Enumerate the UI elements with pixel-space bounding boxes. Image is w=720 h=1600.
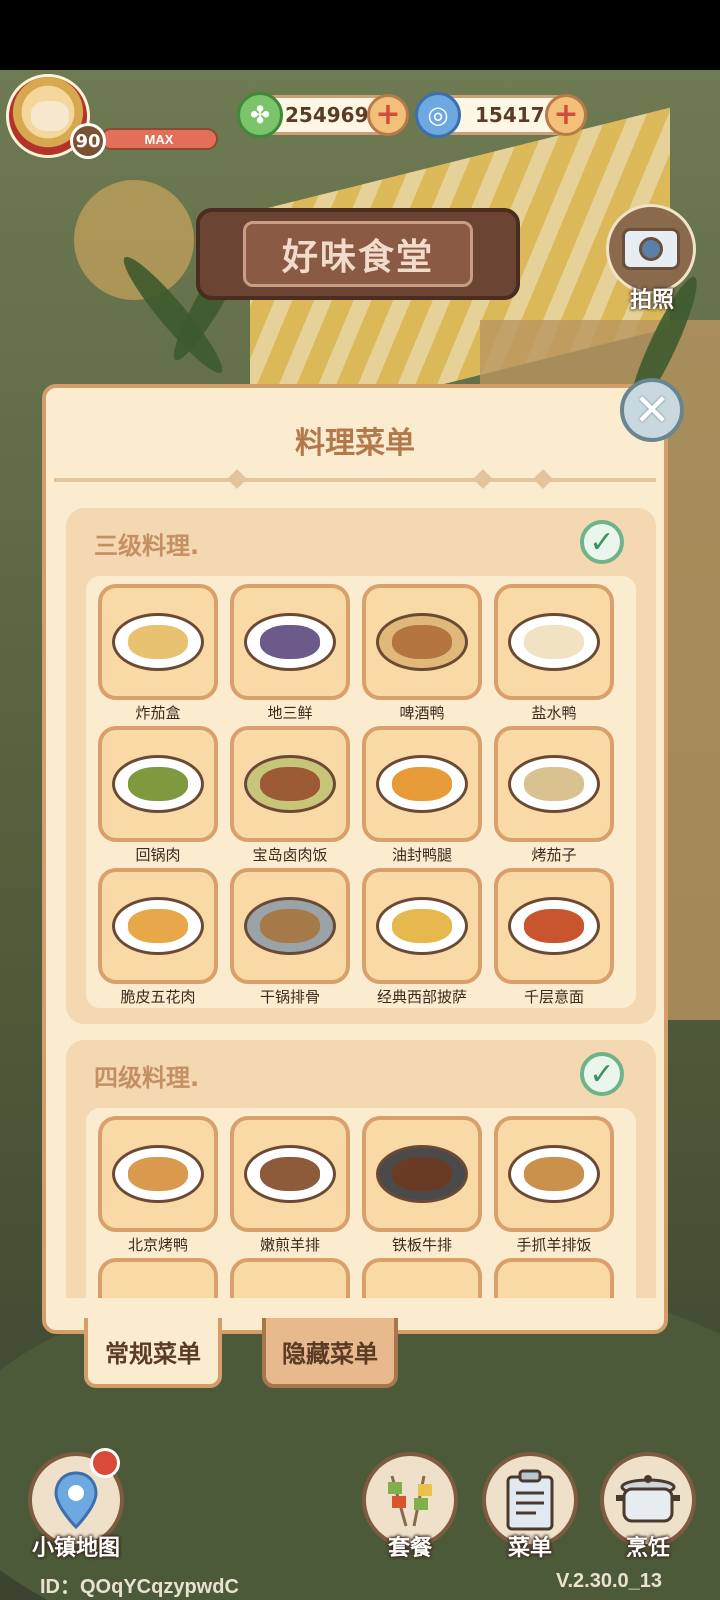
dish-image (244, 897, 336, 955)
swirl-icon: ◎ (415, 92, 461, 138)
dish-item[interactable]: 经典西部披萨 (362, 868, 482, 1008)
dish-item[interactable]: 宝岛卤肉饭 (230, 726, 350, 866)
clover-icon: ✤ (237, 92, 283, 138)
dish-image (244, 755, 336, 813)
panel-title: 料理菜单 (295, 426, 415, 461)
dish-image (112, 1145, 204, 1203)
menu-label: 菜单 (507, 1536, 552, 1561)
tab-regular-menu[interactable]: 常规菜单 (84, 1318, 222, 1388)
dish-name: 回锅肉 (135, 846, 181, 864)
xp-bar: MAX (100, 128, 218, 150)
dish-item[interactable]: 炸茄盒 (98, 584, 218, 724)
dish-name: 啤酒鸭 (399, 704, 445, 722)
clover-currency: ✤ 254969 + (237, 92, 409, 138)
dish-item[interactable]: 回锅肉 (98, 726, 218, 866)
version-text: V.2.30.0_13 (556, 1570, 663, 1592)
dish-item[interactable] (230, 1258, 350, 1298)
dish-item[interactable]: 烤茄子 (494, 726, 614, 866)
dish-item[interactable]: 啤酒鸭 (362, 584, 482, 724)
dish-grid: 炸茄盒 地三鲜 啤酒鸭 盐水鸭 回锅肉 宝岛卤肉饭 油封鸭腿 烤茄子 脆皮五花肉… (86, 576, 636, 1008)
dish-name: 手抓羊排饭 (516, 1236, 592, 1254)
dish-list[interactable]: 三级料理. ✓ 炸茄盒 地三鲜 啤酒鸭 盐水鸭 回锅肉 宝岛卤肉饭 油封鸭腿 烤… (66, 508, 656, 1298)
user-id: ID：QOqYCqzypwdC (40, 1576, 239, 1598)
dish-name: 油封鸭腿 (391, 846, 452, 864)
dish-image (376, 897, 468, 955)
dish-section: 四级料理. ✓ 北京烤鸭 嫩煎羊排 铁板牛排 手抓羊排饭 (66, 1040, 656, 1298)
dish-item[interactable]: 油封鸭腿 (362, 726, 482, 866)
dish-image (508, 897, 600, 955)
dish-item[interactable] (494, 1258, 614, 1298)
dish-image (508, 1145, 600, 1203)
notification-dot (90, 1448, 120, 1478)
dish-grid: 北京烤鸭 嫩煎羊排 铁板牛排 手抓羊排饭 (86, 1108, 636, 1298)
dish-item[interactable]: 干锅排骨 (230, 868, 350, 1008)
dish-name: 千层意面 (523, 988, 584, 1006)
combo-label: 套餐 (387, 1536, 432, 1561)
dish-name: 盐水鸭 (531, 704, 577, 722)
dish-image (508, 613, 600, 671)
dish-image (244, 613, 336, 671)
dish-item[interactable]: 千层意面 (494, 868, 614, 1008)
dish-name: 炸茄盒 (135, 704, 181, 722)
skewer-icon (388, 1475, 432, 1527)
camera-button[interactable] (606, 204, 696, 294)
dish-image (508, 755, 600, 813)
pot-icon (616, 1475, 680, 1523)
divider-ornament (533, 469, 553, 489)
dish-item[interactable]: 盐水鸭 (494, 584, 614, 724)
dish-item[interactable]: 嫩煎羊排 (230, 1116, 350, 1256)
dish-image (112, 613, 204, 671)
dish-item[interactable]: 脆皮五花肉 (98, 868, 218, 1008)
dish-name: 铁板牛排 (391, 1236, 452, 1254)
menu-panel: 料理菜单 三级料理. ✓ 炸茄盒 地三鲜 啤酒鸭 盐水鸭 回锅肉 宝岛卤肉饭 油… (42, 384, 668, 1334)
add-clover-button[interactable]: + (367, 94, 409, 136)
title-divider (54, 478, 656, 482)
dish-name: 嫩煎羊排 (259, 1236, 320, 1254)
cook-label: 烹饪 (625, 1536, 670, 1561)
dish-name: 烤茄子 (531, 846, 577, 864)
level-badge: 90 (70, 123, 106, 159)
section-title: 三级料理. (94, 532, 200, 560)
avatar-face (31, 101, 69, 131)
dish-image (112, 755, 204, 813)
dish-name: 地三鲜 (267, 704, 313, 722)
dish-name: 脆皮五花肉 (120, 988, 196, 1006)
dish-item[interactable]: 铁板牛排 (362, 1116, 482, 1256)
dish-name: 经典西部披萨 (376, 988, 467, 1006)
camera-label: 拍照 (629, 288, 674, 313)
status-bar (0, 0, 720, 70)
dish-item[interactable]: 北京烤鸭 (98, 1116, 218, 1256)
dish-image (376, 613, 468, 671)
swirl-currency: ◎ 15417 + (415, 92, 587, 138)
dish-item[interactable]: 地三鲜 (230, 584, 350, 724)
dish-image (112, 897, 204, 955)
check-icon: ✓ (580, 520, 624, 564)
dish-name: 干锅排骨 (259, 988, 320, 1006)
dish-image (376, 755, 468, 813)
restaurant-name: 好味食堂 (243, 221, 473, 287)
divider-ornament (227, 469, 247, 489)
dish-section: 三级料理. ✓ 炸茄盒 地三鲜 啤酒鸭 盐水鸭 回锅肉 宝岛卤肉饭 油封鸭腿 烤… (66, 508, 656, 1024)
dish-item[interactable] (362, 1258, 482, 1298)
dish-name: 宝岛卤肉饭 (252, 846, 328, 864)
restaurant-sign: 好味食堂 (196, 208, 520, 300)
add-swirl-button[interactable]: + (545, 94, 587, 136)
dish-image (376, 1145, 468, 1203)
section-title: 四级料理. (94, 1064, 200, 1092)
swirl-value: 15417 (475, 103, 545, 127)
divider-ornament (473, 469, 493, 489)
tab-hidden-menu[interactable]: 隐藏菜单 (262, 1318, 398, 1388)
map-label: 小镇地图 (31, 1536, 120, 1561)
dish-item[interactable]: 手抓羊排饭 (494, 1116, 614, 1256)
close-button[interactable]: ✕ (620, 378, 684, 442)
camera-icon (622, 228, 680, 270)
check-icon: ✓ (580, 1052, 624, 1096)
dish-name: 北京烤鸭 (127, 1236, 188, 1254)
location-pin-icon (54, 1471, 98, 1529)
clover-value: 254969 (285, 103, 369, 127)
clipboard-icon (506, 1469, 554, 1531)
dish-image (244, 1145, 336, 1203)
dish-item[interactable] (98, 1258, 218, 1298)
